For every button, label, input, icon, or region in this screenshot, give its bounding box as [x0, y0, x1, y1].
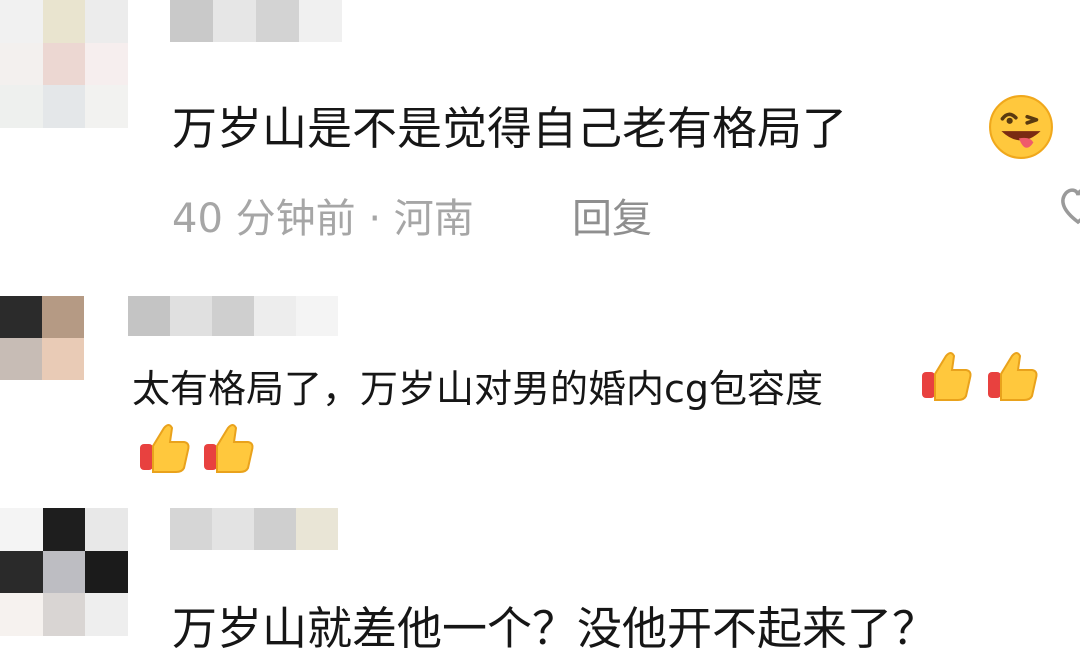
heart-outline-icon[interactable] [1058, 180, 1080, 228]
avatar[interactable] [0, 508, 128, 636]
comment-meta: 40 分钟前 · 河南 [172, 196, 474, 242]
avatar[interactable] [0, 0, 128, 128]
thumbs-up-emoji [140, 424, 190, 473]
comment-body: 万岁山是不是觉得自己老有格局了 [172, 102, 848, 155]
comment-body: 太有格局了，万岁山对男的婚内cg包容度 [132, 367, 824, 411]
comment-text: 万岁山就差他一个？没他开不起来了？ [172, 592, 937, 657]
username[interactable] [128, 296, 338, 336]
comment-text: 万岁山是不是觉得自己老有格局了 [172, 92, 847, 157]
comment-text: 太有格局了，万岁山对男的婚内cg包容度 [132, 358, 823, 413]
username[interactable] [170, 508, 338, 550]
thumbs-up-emoji [988, 352, 1038, 401]
username[interactable] [170, 0, 342, 42]
grinning-tongue-wink-emoji [989, 95, 1053, 159]
reply-button[interactable]: 回复 [572, 186, 652, 244]
thumbs-up-emoji [922, 352, 972, 401]
avatar[interactable] [0, 296, 84, 380]
thumbs-up-emoji [204, 424, 254, 473]
comment-body: 万岁山就差他一个？没他开不起来了？ [172, 602, 938, 655]
